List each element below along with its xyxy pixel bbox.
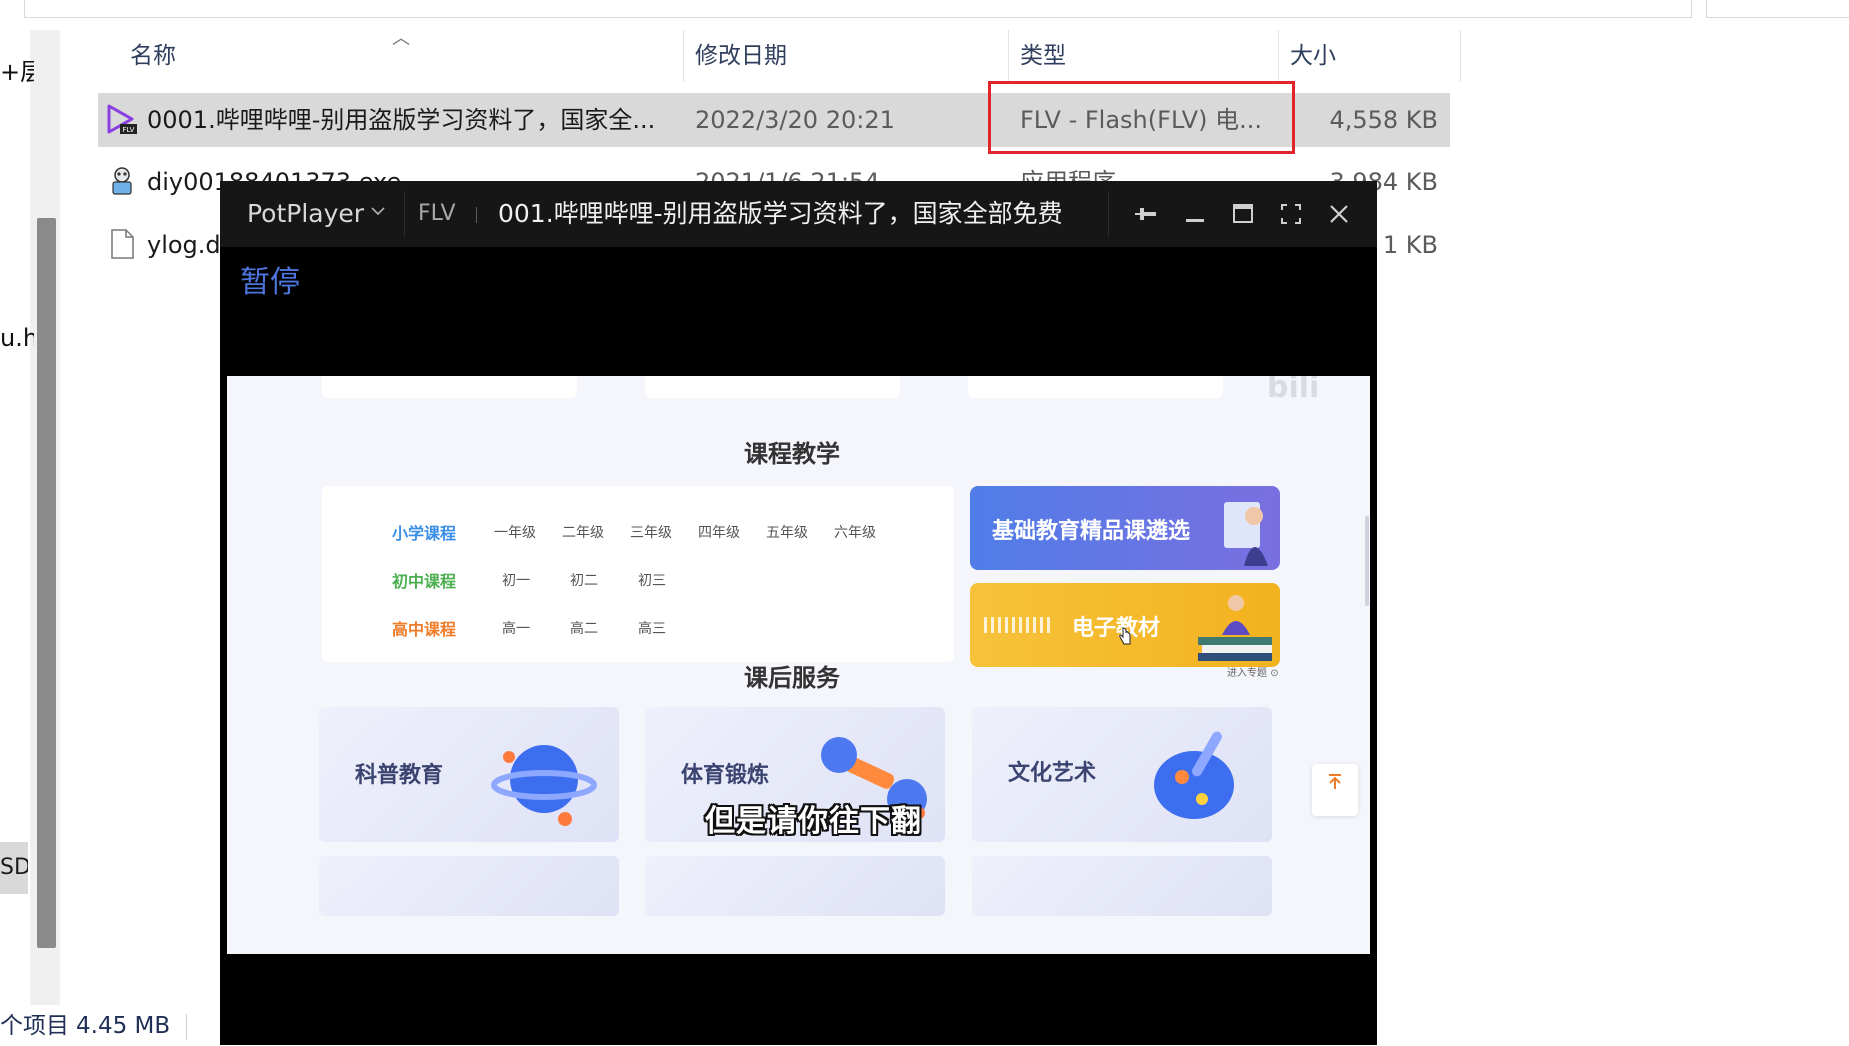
column-header-name[interactable]: 名称 (118, 30, 683, 82)
status-selected-size: 4.45 MB (76, 1013, 171, 1039)
partial-service-card (972, 856, 1272, 916)
nav-pane-item[interactable]: u.h (0, 324, 34, 352)
highlight-annotation-box (988, 81, 1295, 154)
service-card-science[interactable]: 科普教育 (319, 707, 619, 842)
books-reader-icon (1198, 595, 1272, 661)
grade-link[interactable]: 一年级 (494, 522, 536, 542)
planet-icon (491, 745, 597, 826)
section-title-services: 课后服务 (744, 664, 840, 692)
status-item-count: 个项目 (0, 1013, 69, 1039)
grade-link[interactable]: 六年级 (834, 522, 876, 542)
grade-link[interactable]: 四年级 (698, 522, 740, 542)
page-scrollbar-thumb[interactable] (1365, 516, 1369, 606)
service-card-arts[interactable]: 文化艺术 (972, 707, 1272, 842)
video-frame[interactable]: bili 课程教学 小学课程 一年级 二年级 三年级 四年级 五年级 六年级 初… (227, 376, 1370, 954)
partial-service-card (645, 856, 945, 916)
player-brand-menu[interactable]: PotPlayer (247, 181, 364, 247)
titlebar-divider (1108, 191, 1109, 237)
column-header-type[interactable]: 类型 (1008, 30, 1278, 82)
grade-link[interactable]: 高二 (570, 618, 598, 638)
grade-link[interactable]: 三年级 (630, 522, 672, 542)
nav-pane-drive[interactable]: SD (0, 842, 28, 894)
arrow-up-icon (1329, 774, 1341, 789)
grade-link[interactable]: 高三 (638, 618, 666, 638)
titlebar-divider (476, 207, 477, 223)
banner-e-textbook-label: 电子教材 (1072, 616, 1161, 641)
close-icon[interactable] (1320, 195, 1358, 233)
player-titlebar[interactable]: PotPlayer FLV 001.哔哩哔哩-别用盗版学习资料了，国家全部免费 (220, 181, 1377, 247)
svg-text:FLV: FLV (123, 126, 135, 134)
nav-pane-item[interactable]: +层 (0, 52, 34, 87)
maximize-icon[interactable] (1224, 195, 1262, 233)
blank-file-icon (111, 229, 134, 259)
grade-link[interactable]: 高一 (502, 618, 530, 638)
enter-topic-link[interactable]: 进入专题 ⊙ (1227, 664, 1279, 679)
file-date: 2022/3/20 20:21 (695, 106, 895, 134)
banner-e-textbook[interactable]: 电子教材 (970, 583, 1280, 667)
file-size: 4,558 KB (1329, 106, 1438, 134)
partial-card (645, 376, 900, 398)
grade-link[interactable]: 初二 (570, 570, 598, 590)
grade-link[interactable]: 五年级 (766, 522, 808, 542)
exe-app-icon (112, 167, 132, 195)
banner-quality-courses-label: 基础教育精品课遴选 (992, 519, 1191, 544)
palette-icon (1154, 731, 1234, 819)
teacher-figure-icon (1224, 502, 1268, 566)
chevron-down-icon[interactable] (370, 203, 386, 219)
status-divider (186, 1014, 187, 1040)
grade-link[interactable]: 初三 (638, 570, 666, 590)
address-bar[interactable] (24, 0, 1692, 18)
nav-pane-scrollbar-thumb[interactable] (37, 218, 56, 948)
search-box[interactable] (1706, 0, 1849, 18)
fullscreen-icon[interactable] (1272, 195, 1310, 233)
column-divider[interactable] (1460, 30, 1461, 82)
partial-card (968, 376, 1223, 398)
file-name[interactable]: 0001.哔哩哔哩-别用盗版学习资料了，国家全... (147, 93, 655, 147)
service-label: 科普教育 (355, 763, 444, 788)
flv-video-icon: FLV (107, 104, 137, 134)
arrow-circle-icon: ⊙ (1270, 668, 1279, 679)
service-label: 体育锻炼 (681, 763, 770, 788)
column-header-date[interactable]: 修改日期 (683, 30, 1008, 82)
grade-link[interactable]: 二年级 (562, 522, 604, 542)
service-label: 文化艺术 (1008, 761, 1097, 786)
enter-topic-label: 进入专题 (1227, 668, 1267, 679)
minimize-icon[interactable] (1176, 195, 1214, 233)
media-format-label: FLV (418, 201, 456, 226)
column-header-size[interactable]: 大小 (1278, 30, 1460, 82)
video-subtitle: 但是请你往下翻 (705, 804, 922, 839)
section-title-courses: 课程教学 (744, 440, 840, 468)
back-to-top-button[interactable] (1312, 764, 1358, 816)
partial-card (322, 376, 577, 398)
partial-service-card (319, 856, 619, 916)
bilibili-watermark-logo: bili (1267, 376, 1320, 405)
course-label-middle[interactable]: 初中课程 (392, 568, 456, 592)
titlebar-divider (404, 191, 405, 237)
banner-quality-courses[interactable]: 基础教育精品课遴选 (970, 486, 1280, 570)
pin-icon[interactable] (1128, 195, 1166, 233)
course-label-primary[interactable]: 小学课程 (392, 520, 456, 544)
pause-osd-text: 暂停 (240, 265, 300, 300)
course-label-high[interactable]: 高中课程 (392, 616, 456, 640)
dot-decoration (984, 617, 1054, 633)
grade-link[interactable]: 初一 (502, 570, 530, 590)
hand-cursor-icon (1119, 627, 1131, 645)
potplayer-window[interactable]: PotPlayer FLV 001.哔哩哔哩-别用盗版学习资料了，国家全部免费 … (220, 181, 1377, 1045)
